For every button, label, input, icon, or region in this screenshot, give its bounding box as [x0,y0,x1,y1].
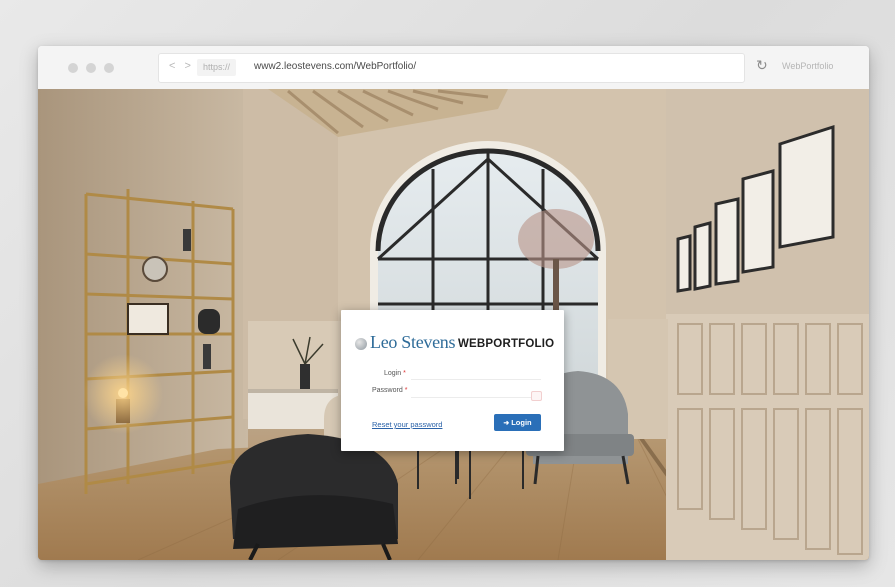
login-button-label: Login [511,418,532,427]
brand-name: Leo Stevens [370,332,456,352]
address-bar[interactable]: < > https:// www2.leostevens.com/WebPort… [158,53,745,83]
reload-icon[interactable]: ↻ [756,58,768,72]
browser-toolbar: < > https:// www2.leostevens.com/WebPort… [38,46,869,90]
login-button[interactable]: ➜ Login [494,414,541,431]
url-text[interactable]: www2.leostevens.com/WebPortfolio/ [254,61,416,72]
login-icon: ➜ [503,420,510,427]
password-visibility-icon[interactable] [531,391,542,401]
password-input[interactable] [411,397,541,398]
window-control-icon[interactable] [86,63,96,73]
brand-product: WEBPORTFOLIO [458,338,555,350]
browser-window: < > https:// www2.leostevens.com/WebPort… [38,46,869,560]
window-control-icon[interactable] [104,63,114,73]
login-input[interactable] [411,379,541,380]
login-label: Login * [384,370,406,377]
background-photo: Leo Stevens WEBPORTFOLIO Login * Passwor… [38,89,869,560]
protocol-label: https:// [197,59,237,76]
app-name-label: WebPortfolio [782,61,834,71]
back-forward-icons[interactable]: < > [169,60,194,72]
login-dialog: Leo Stevens WEBPORTFOLIO Login * Passwor… [341,310,564,451]
password-label: Password * [372,387,408,394]
globe-icon [355,338,367,350]
window-control-icon[interactable] [68,63,78,73]
reset-password-link[interactable]: Reset your password [372,420,442,429]
